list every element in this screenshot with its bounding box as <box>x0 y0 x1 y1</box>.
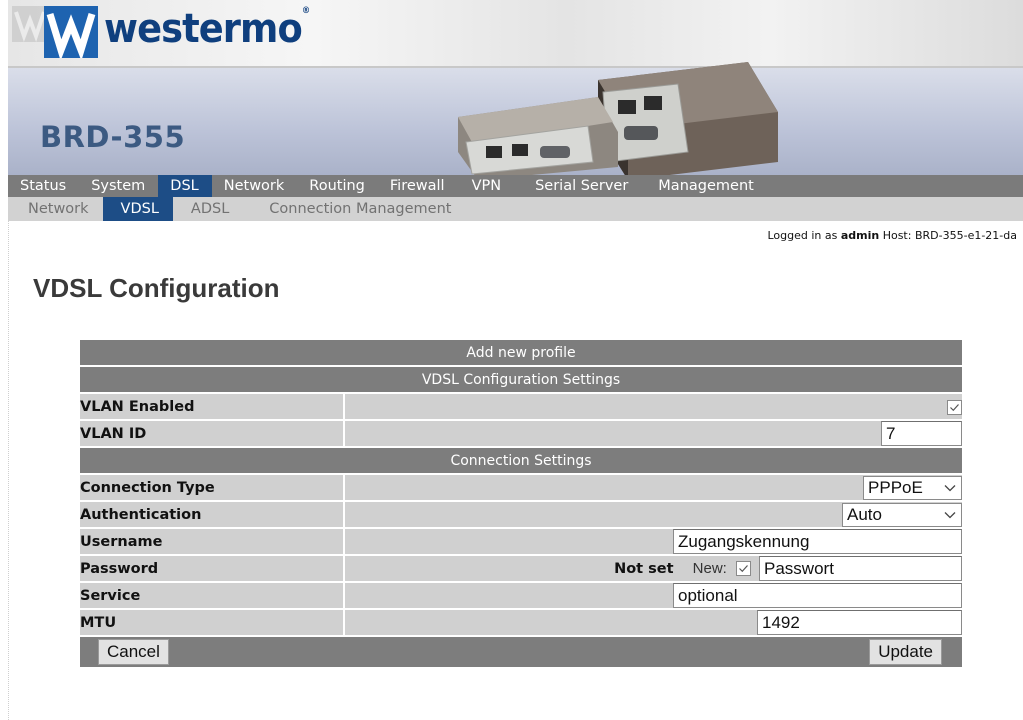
menu-item-network[interactable]: Network <box>212 175 298 197</box>
username-cell: Zugangskennung <box>345 529 963 554</box>
mtu-row: MTU 1492 <box>80 610 963 635</box>
service-row: Service optional <box>80 583 963 608</box>
page-left-border <box>8 221 9 720</box>
main-menu: Status System DSL Network Routing Firewa… <box>8 175 1023 197</box>
password-input[interactable]: Passwort <box>759 556 963 581</box>
login-user: admin <box>840 229 880 242</box>
menu-item-management[interactable]: Management <box>646 175 767 197</box>
service-input[interactable]: optional <box>673 583 963 608</box>
submenu-item-vdsl[interactable]: VDSL <box>102 197 173 221</box>
connection-type-label: Connection Type <box>80 475 345 500</box>
vdsl-settings-header-row: VDSL Configuration Settings <box>80 367 963 392</box>
sub-menu: Network VDSL ADSL Connection Management <box>8 197 1023 221</box>
mtu-label: MTU <box>80 610 345 635</box>
connection-type-row: Connection Type PPPoE <box>80 475 963 500</box>
westermo-logo[interactable]: westermo® <box>44 4 310 62</box>
checkmark-icon <box>950 404 959 412</box>
vlan-enabled-cell <box>345 394 963 419</box>
cancel-button[interactable]: Cancel <box>98 639 169 665</box>
menu-item-status[interactable]: Status <box>8 175 79 197</box>
logo-wordmark: westermo® <box>104 6 310 52</box>
vlan-enabled-label: VLAN Enabled <box>80 394 345 419</box>
add-new-profile-link[interactable]: Add new profile <box>80 340 963 365</box>
connection-type-cell: PPPoE <box>345 475 963 500</box>
westermo-w-mark-icon <box>44 6 98 61</box>
vdsl-config-form: Add new profile VDSL Configuration Setti… <box>80 338 963 669</box>
checkmark-icon <box>738 565 748 573</box>
vlan-id-label: VLAN ID <box>80 421 345 446</box>
header-banner: westermo® BRD-355 <box>8 0 1023 175</box>
authentication-row: Authentication Auto <box>80 502 963 527</box>
authentication-value: Auto <box>847 504 882 524</box>
update-cell: Update <box>345 637 963 667</box>
vdsl-settings-header: VDSL Configuration Settings <box>80 367 963 392</box>
vlan-enabled-row: VLAN Enabled <box>80 394 963 419</box>
vlan-enabled-checkbox[interactable] <box>947 400 963 415</box>
password-row: Password Not set New: Passwort <box>80 556 963 581</box>
username-row: Username Zugangskennung <box>80 529 963 554</box>
vlan-id-input[interactable]: 7 <box>881 421 963 446</box>
service-label: Service <box>80 583 345 608</box>
chevron-down-icon <box>944 484 956 491</box>
login-host: BRD-355-e1-21-da <box>914 229 1017 242</box>
mtu-input[interactable]: 1492 <box>757 610 963 635</box>
submenu-item-connection-management[interactable]: Connection Management <box>249 197 463 221</box>
update-button[interactable]: Update <box>869 639 943 665</box>
connection-type-select[interactable]: PPPoE <box>863 475 963 500</box>
device-product-image <box>458 62 778 175</box>
connection-settings-header: Connection Settings <box>80 448 963 473</box>
login-prefix: Logged in as <box>767 229 838 242</box>
password-status: Not set <box>614 560 674 577</box>
password-label: Password <box>80 556 345 581</box>
menu-item-system[interactable]: System <box>79 175 158 197</box>
cancel-cell: Cancel <box>80 637 345 667</box>
connection-type-value: PPPoE <box>868 477 923 497</box>
submenu-item-network[interactable]: Network <box>8 197 103 221</box>
button-row: Cancel Update <box>80 637 963 667</box>
submenu-item-adsl[interactable]: ADSL <box>173 197 249 221</box>
authentication-label: Authentication <box>80 502 345 527</box>
menu-item-serial-server[interactable]: Serial Server <box>521 175 646 197</box>
login-host-label: Host: <box>882 229 912 242</box>
service-cell: optional <box>345 583 963 608</box>
menu-item-vpn[interactable]: VPN <box>458 175 522 197</box>
add-profile-row: Add new profile <box>80 340 963 365</box>
password-new-checkbox[interactable] <box>735 561 751 576</box>
product-title: BRD-355 <box>40 120 186 154</box>
password-new-label: New: <box>692 560 727 577</box>
connection-settings-header-row: Connection Settings <box>80 448 963 473</box>
menu-item-firewall[interactable]: Firewall <box>378 175 458 197</box>
page-title: VDSL Configuration <box>33 273 280 303</box>
chevron-down-icon <box>944 511 956 518</box>
authentication-select[interactable]: Auto <box>842 502 963 527</box>
password-cell: Not set New: Passwort <box>345 556 963 581</box>
login-info: Logged in as admin Host: BRD-355-e1-21-d… <box>767 229 1017 242</box>
menu-item-dsl[interactable]: DSL <box>158 175 212 197</box>
username-input[interactable]: Zugangskennung <box>673 529 963 554</box>
menu-item-routing[interactable]: Routing <box>297 175 378 197</box>
username-label: Username <box>80 529 345 554</box>
vlan-id-cell: 7 <box>345 421 963 446</box>
mtu-cell: 1492 <box>345 610 963 635</box>
authentication-cell: Auto <box>345 502 963 527</box>
vlan-id-row: VLAN ID 7 <box>80 421 963 446</box>
